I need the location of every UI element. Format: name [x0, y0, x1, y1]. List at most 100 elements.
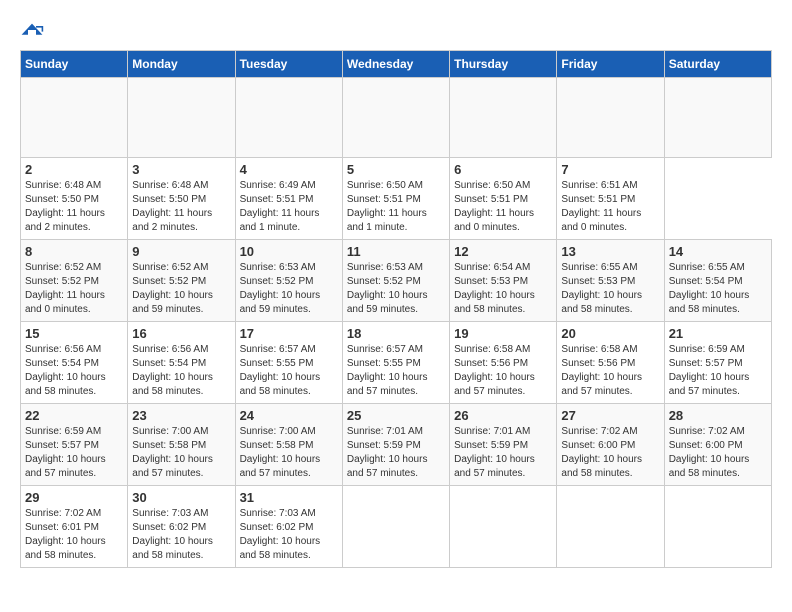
day-number: 24 [240, 408, 338, 423]
calendar-cell: 10 Sunrise: 6:53 AMSunset: 5:52 PMDaylig… [235, 240, 342, 322]
day-info: Sunrise: 7:02 AMSunset: 6:00 PMDaylight:… [669, 426, 750, 479]
day-number: 26 [454, 408, 552, 423]
day-number: 31 [240, 490, 338, 505]
day-number: 19 [454, 326, 552, 341]
logo-icon [20, 20, 44, 40]
calendar-cell: 29 Sunrise: 7:02 AMSunset: 6:01 PMDaylig… [21, 486, 128, 568]
day-info: Sunrise: 6:57 AMSunset: 5:55 PMDaylight:… [240, 344, 321, 397]
day-number: 11 [347, 244, 445, 259]
calendar-cell [450, 78, 557, 158]
day-info: Sunrise: 7:01 AMSunset: 5:59 PMDaylight:… [454, 426, 535, 479]
calendar-cell [450, 486, 557, 568]
calendar-cell: 24 Sunrise: 7:00 AMSunset: 5:58 PMDaylig… [235, 404, 342, 486]
logo [20, 20, 48, 40]
day-number: 23 [132, 408, 230, 423]
day-number: 10 [240, 244, 338, 259]
calendar-cell: 7 Sunrise: 6:51 AMSunset: 5:51 PMDayligh… [557, 158, 664, 240]
calendar-table: SundayMondayTuesdayWednesdayThursdayFrid… [20, 50, 772, 568]
day-info: Sunrise: 6:53 AMSunset: 5:52 PMDaylight:… [347, 262, 428, 315]
day-info: Sunrise: 6:59 AMSunset: 5:57 PMDaylight:… [669, 344, 750, 397]
day-number: 17 [240, 326, 338, 341]
day-info: Sunrise: 7:00 AMSunset: 5:58 PMDaylight:… [240, 426, 321, 479]
day-info: Sunrise: 6:52 AMSunset: 5:52 PMDaylight:… [132, 262, 213, 315]
calendar-cell: 20 Sunrise: 6:58 AMSunset: 5:56 PMDaylig… [557, 322, 664, 404]
header-sunday: Sunday [21, 51, 128, 78]
day-number: 18 [347, 326, 445, 341]
calendar-week-row: 29 Sunrise: 7:02 AMSunset: 6:01 PMDaylig… [21, 486, 772, 568]
calendar-cell [235, 78, 342, 158]
day-info: Sunrise: 6:50 AMSunset: 5:51 PMDaylight:… [454, 180, 534, 233]
day-info: Sunrise: 6:50 AMSunset: 5:51 PMDaylight:… [347, 180, 427, 233]
day-number: 22 [25, 408, 123, 423]
calendar-week-row [21, 78, 772, 158]
calendar-header-row: SundayMondayTuesdayWednesdayThursdayFrid… [21, 51, 772, 78]
calendar-cell: 21 Sunrise: 6:59 AMSunset: 5:57 PMDaylig… [664, 322, 771, 404]
day-info: Sunrise: 6:48 AMSunset: 5:50 PMDaylight:… [132, 180, 212, 233]
calendar-cell: 18 Sunrise: 6:57 AMSunset: 5:55 PMDaylig… [342, 322, 449, 404]
day-number: 3 [132, 162, 230, 177]
calendar-cell: 28 Sunrise: 7:02 AMSunset: 6:00 PMDaylig… [664, 404, 771, 486]
header-saturday: Saturday [664, 51, 771, 78]
header-section [20, 20, 772, 40]
calendar-cell: 14 Sunrise: 6:55 AMSunset: 5:54 PMDaylig… [664, 240, 771, 322]
day-info: Sunrise: 6:48 AMSunset: 5:50 PMDaylight:… [25, 180, 105, 233]
calendar-cell [664, 486, 771, 568]
calendar-cell: 9 Sunrise: 6:52 AMSunset: 5:52 PMDayligh… [128, 240, 235, 322]
calendar-cell: 23 Sunrise: 7:00 AMSunset: 5:58 PMDaylig… [128, 404, 235, 486]
day-number: 2 [25, 162, 123, 177]
calendar-week-row: 15 Sunrise: 6:56 AMSunset: 5:54 PMDaylig… [21, 322, 772, 404]
header-thursday: Thursday [450, 51, 557, 78]
calendar-cell: 5 Sunrise: 6:50 AMSunset: 5:51 PMDayligh… [342, 158, 449, 240]
day-info: Sunrise: 7:03 AMSunset: 6:02 PMDaylight:… [132, 508, 213, 561]
day-number: 29 [25, 490, 123, 505]
calendar-cell: 3 Sunrise: 6:48 AMSunset: 5:50 PMDayligh… [128, 158, 235, 240]
day-info: Sunrise: 6:49 AMSunset: 5:51 PMDaylight:… [240, 180, 320, 233]
header-monday: Monday [128, 51, 235, 78]
day-number: 4 [240, 162, 338, 177]
calendar-week-row: 22 Sunrise: 6:59 AMSunset: 5:57 PMDaylig… [21, 404, 772, 486]
day-info: Sunrise: 6:58 AMSunset: 5:56 PMDaylight:… [454, 344, 535, 397]
calendar-cell: 30 Sunrise: 7:03 AMSunset: 6:02 PMDaylig… [128, 486, 235, 568]
day-number: 9 [132, 244, 230, 259]
day-info: Sunrise: 6:57 AMSunset: 5:55 PMDaylight:… [347, 344, 428, 397]
calendar-cell [557, 486, 664, 568]
day-number: 6 [454, 162, 552, 177]
calendar-cell: 19 Sunrise: 6:58 AMSunset: 5:56 PMDaylig… [450, 322, 557, 404]
calendar-cell [342, 486, 449, 568]
calendar-cell: 16 Sunrise: 6:56 AMSunset: 5:54 PMDaylig… [128, 322, 235, 404]
header-tuesday: Tuesday [235, 51, 342, 78]
header-wednesday: Wednesday [342, 51, 449, 78]
calendar-cell: 26 Sunrise: 7:01 AMSunset: 5:59 PMDaylig… [450, 404, 557, 486]
day-info: Sunrise: 6:56 AMSunset: 5:54 PMDaylight:… [132, 344, 213, 397]
day-info: Sunrise: 7:01 AMSunset: 5:59 PMDaylight:… [347, 426, 428, 479]
day-info: Sunrise: 7:02 AMSunset: 6:01 PMDaylight:… [25, 508, 106, 561]
calendar-cell: 8 Sunrise: 6:52 AMSunset: 5:52 PMDayligh… [21, 240, 128, 322]
day-number: 8 [25, 244, 123, 259]
day-number: 14 [669, 244, 767, 259]
day-info: Sunrise: 6:58 AMSunset: 5:56 PMDaylight:… [561, 344, 642, 397]
day-number: 16 [132, 326, 230, 341]
day-number: 21 [669, 326, 767, 341]
day-info: Sunrise: 6:55 AMSunset: 5:53 PMDaylight:… [561, 262, 642, 315]
day-info: Sunrise: 6:54 AMSunset: 5:53 PMDaylight:… [454, 262, 535, 315]
calendar-cell: 22 Sunrise: 6:59 AMSunset: 5:57 PMDaylig… [21, 404, 128, 486]
day-number: 15 [25, 326, 123, 341]
day-info: Sunrise: 6:53 AMSunset: 5:52 PMDaylight:… [240, 262, 321, 315]
calendar-cell: 12 Sunrise: 6:54 AMSunset: 5:53 PMDaylig… [450, 240, 557, 322]
calendar-cell [557, 78, 664, 158]
day-number: 12 [454, 244, 552, 259]
day-info: Sunrise: 6:51 AMSunset: 5:51 PMDaylight:… [561, 180, 641, 233]
calendar-cell: 27 Sunrise: 7:02 AMSunset: 6:00 PMDaylig… [557, 404, 664, 486]
calendar-cell: 31 Sunrise: 7:03 AMSunset: 6:02 PMDaylig… [235, 486, 342, 568]
calendar-cell: 13 Sunrise: 6:55 AMSunset: 5:53 PMDaylig… [557, 240, 664, 322]
calendar-cell: 25 Sunrise: 7:01 AMSunset: 5:59 PMDaylig… [342, 404, 449, 486]
calendar-cell [128, 78, 235, 158]
day-number: 13 [561, 244, 659, 259]
calendar-cell: 2 Sunrise: 6:48 AMSunset: 5:50 PMDayligh… [21, 158, 128, 240]
day-number: 7 [561, 162, 659, 177]
calendar-cell: 4 Sunrise: 6:49 AMSunset: 5:51 PMDayligh… [235, 158, 342, 240]
calendar-week-row: 2 Sunrise: 6:48 AMSunset: 5:50 PMDayligh… [21, 158, 772, 240]
day-info: Sunrise: 7:02 AMSunset: 6:00 PMDaylight:… [561, 426, 642, 479]
calendar-cell: 6 Sunrise: 6:50 AMSunset: 5:51 PMDayligh… [450, 158, 557, 240]
calendar-cell [342, 78, 449, 158]
